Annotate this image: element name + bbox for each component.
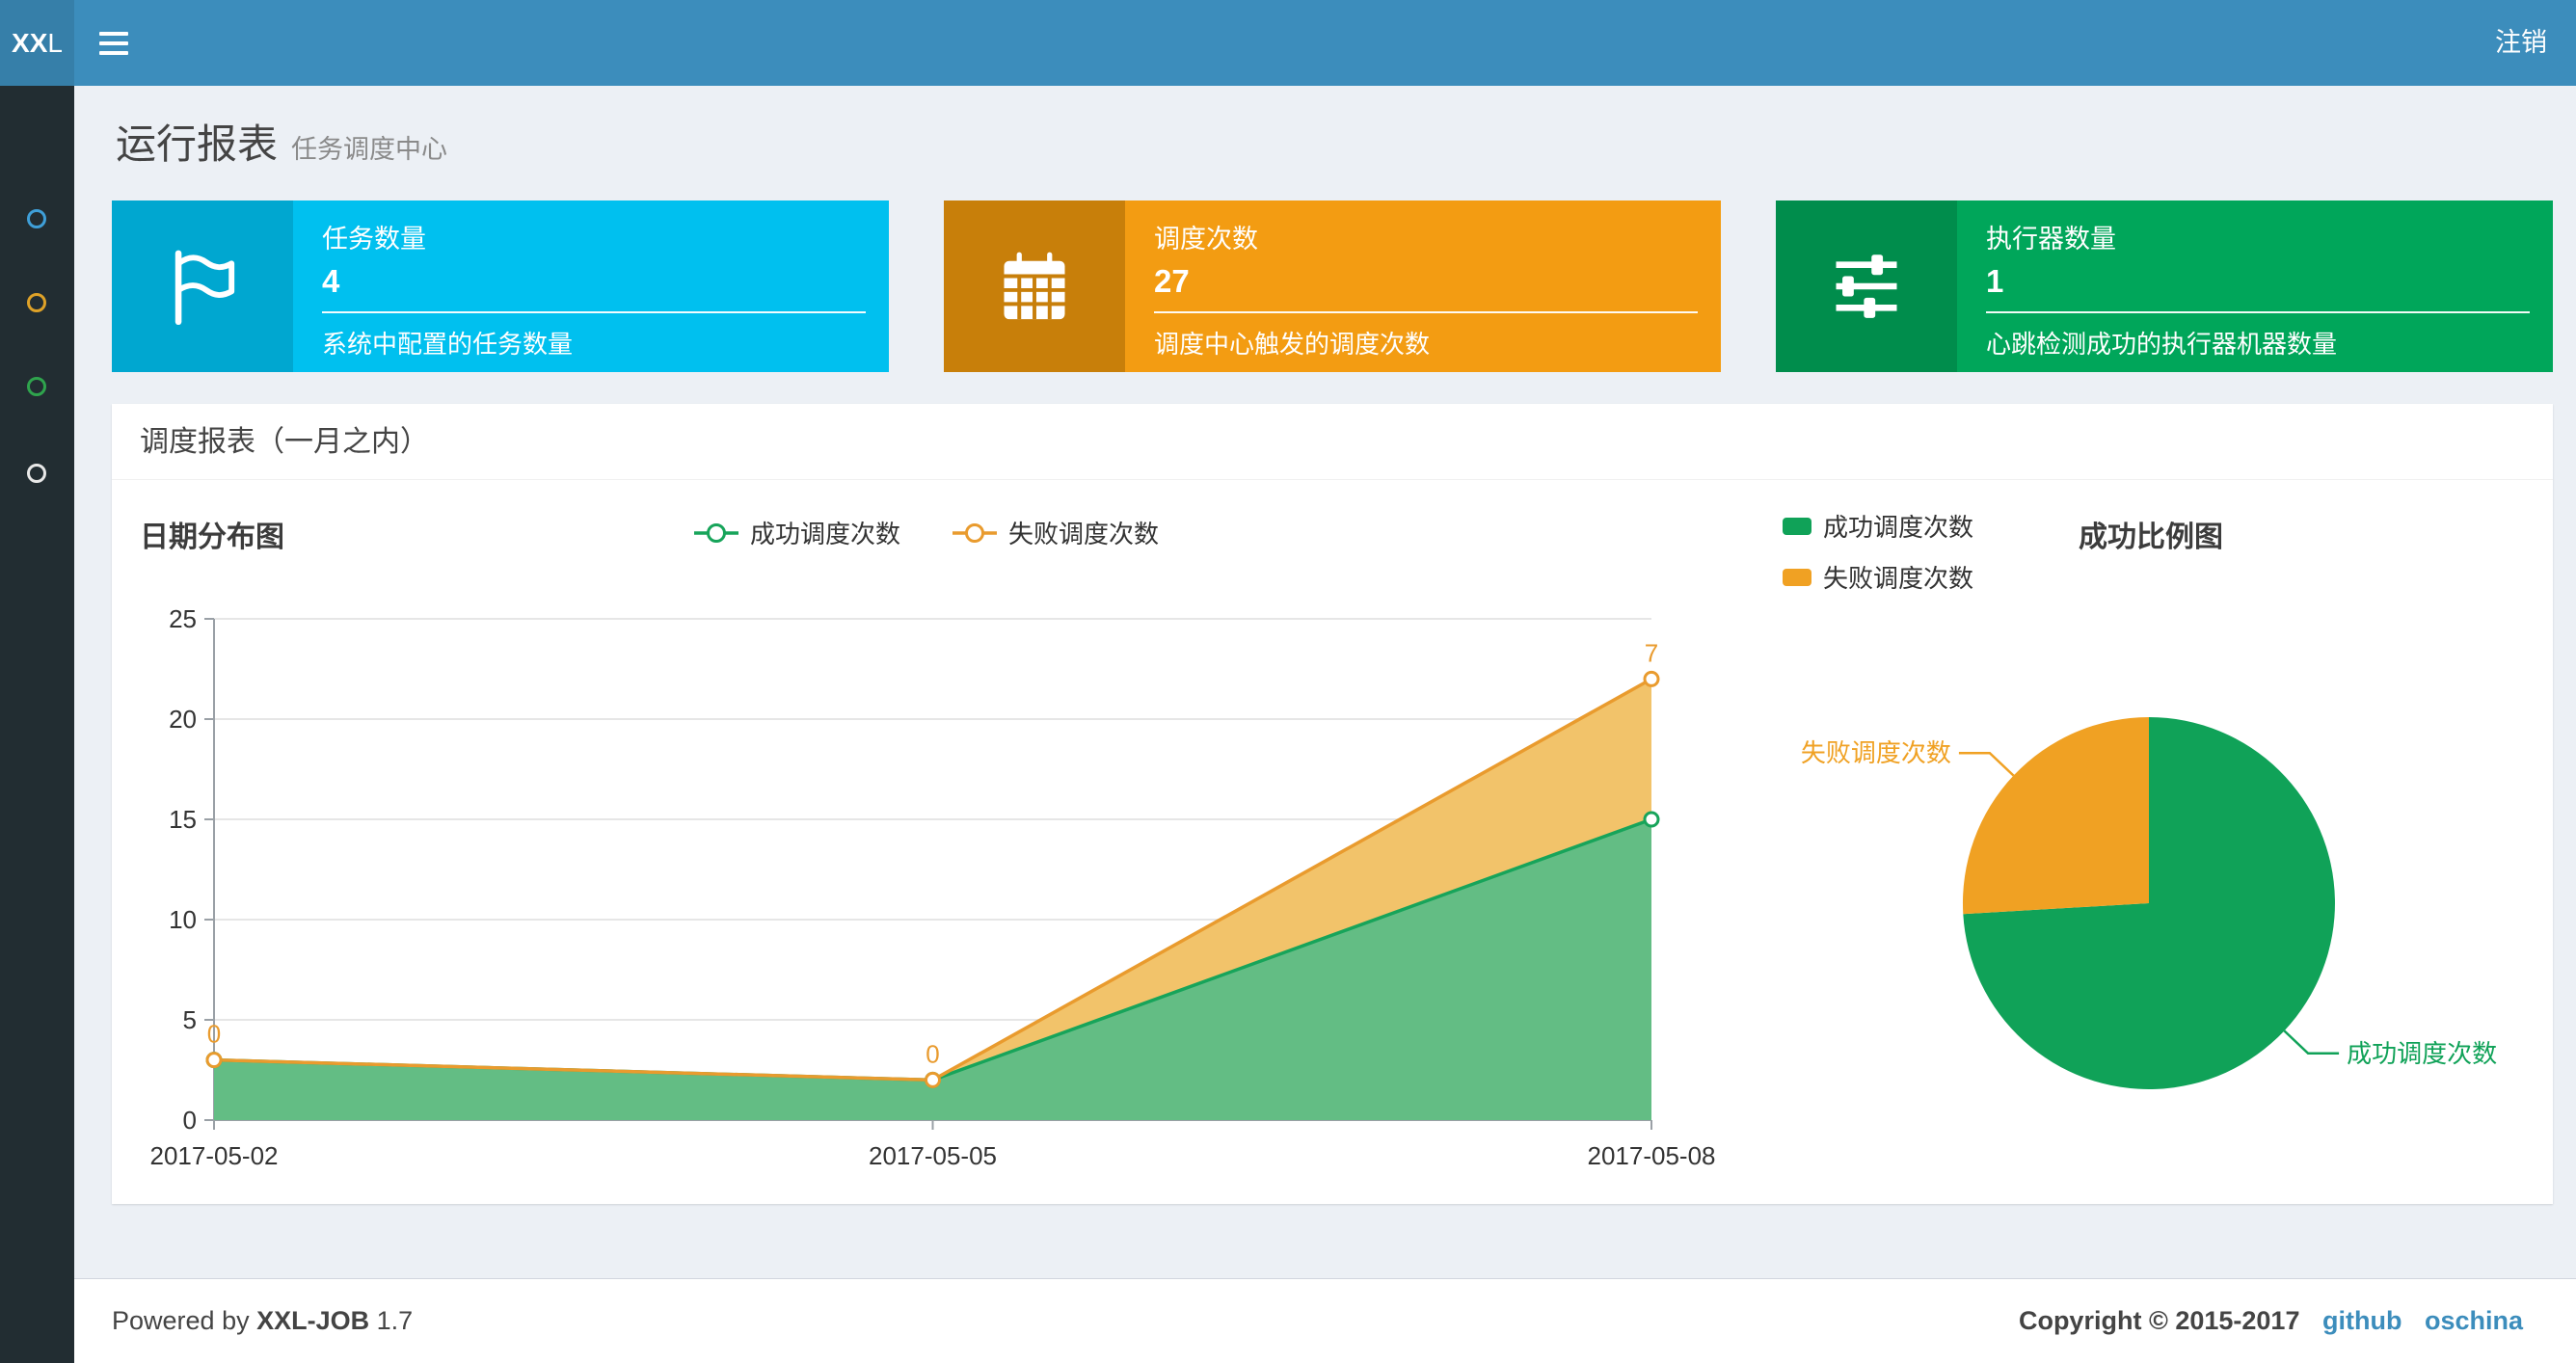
line-legend-icon xyxy=(953,522,997,543)
footer-copyright: Copyright © 2015-2017 github oschina xyxy=(2019,1279,2523,1362)
info-box-jobs: 任务数量 4 系统中配置的任务数量 xyxy=(112,200,889,372)
info-box-triggers: 调度次数 27 调度中心触发的调度次数 xyxy=(944,200,1721,372)
line-chart-legend: 成功调度次数 失败调度次数 xyxy=(540,515,1311,550)
pie-label-connector xyxy=(1958,751,2015,777)
fail-marker[interactable] xyxy=(925,1071,941,1088)
info-box-body: 执行器数量 1 心跳检测成功的执行器机器数量 xyxy=(1957,200,2553,372)
menu-item-4[interactable] xyxy=(27,464,46,483)
dashboard-page: XX L 注销 运行报表 任务调度中心 任务数量 4 系统中配置的任务数量 调度… xyxy=(0,0,2576,1363)
product-name: XXL-JOB xyxy=(256,1306,370,1335)
info-box-value: 4 xyxy=(322,263,340,299)
panel-title: 调度报表（一月之内） xyxy=(112,404,2553,480)
info-box-description: 系统中配置的任务数量 xyxy=(322,330,574,359)
x-tick-label: 2017-05-02 xyxy=(150,1141,279,1170)
info-box-divider xyxy=(322,311,866,313)
pie-chart-title: 成功比例图 xyxy=(2079,521,2223,553)
legend-swatch xyxy=(1783,517,1811,535)
date-distribution-chart[interactable]: 05101520252017-05-02 2017-05-05 2017-05-08… xyxy=(125,593,1745,1190)
legend-item-成功调度次数[interactable]: 成功调度次数 xyxy=(692,515,900,550)
page-title-text: 运行报表 xyxy=(116,121,279,167)
fail-value-label: 0 xyxy=(207,1020,221,1049)
legend-label: 失败调度次数 xyxy=(1008,520,1160,548)
flag-icon xyxy=(174,250,235,326)
fail-value-label: 0 xyxy=(926,1039,939,1068)
logout-link[interactable]: 注销 xyxy=(2466,0,2576,86)
info-box-body: 任务数量 4 系统中配置的任务数量 xyxy=(293,200,889,372)
y-tick-label: 10 xyxy=(169,905,197,934)
page-subtitle: 任务调度中心 xyxy=(291,135,448,164)
fail-value-label: 7 xyxy=(1645,638,1658,667)
success-marker[interactable] xyxy=(1643,811,1660,828)
copyright-text: Copyright © 2015-2017 xyxy=(2018,1306,2300,1335)
info-box-label: 调度次数 xyxy=(1154,225,1258,254)
success-ratio-pie[interactable]: 成功调度次数 失败调度次数 xyxy=(1745,593,2555,1171)
page-title: 运行报表 任务调度中心 xyxy=(116,112,447,171)
footer-powered-by: Powered by XXL-JOB 1.7 xyxy=(112,1279,413,1362)
y-tick-label: 20 xyxy=(169,705,197,734)
y-tick-label: 25 xyxy=(169,604,197,633)
info-box-divider xyxy=(1154,311,1698,313)
hamburger-icon xyxy=(99,26,128,61)
brand-logo-bold: XX xyxy=(12,27,48,58)
info-box-body: 调度次数 27 调度中心触发的调度次数 xyxy=(1125,200,1721,372)
pie-slice-label: 失败调度次数 xyxy=(1801,738,1951,767)
y-tick-label: 0 xyxy=(183,1106,197,1135)
menu-item-3[interactable] xyxy=(27,377,46,396)
line-chart-title: 日期分布图 xyxy=(140,521,284,553)
x-tick-label: 2017-05-05 xyxy=(869,1141,997,1170)
powered-prefix: Powered by xyxy=(112,1306,250,1335)
legend-label: 成功调度次数 xyxy=(749,520,900,548)
pie-slice-失败调度次数[interactable] xyxy=(1962,717,2149,915)
info-box-value: 27 xyxy=(1154,263,1190,299)
calendar-icon xyxy=(1004,249,1065,320)
info-box-executors: 执行器数量 1 心跳检测成功的执行器机器数量 xyxy=(1776,200,2553,372)
info-box-icon-area xyxy=(944,200,1125,372)
top-navbar: XX L 注销 xyxy=(0,0,2576,86)
info-box-label: 执行器数量 xyxy=(1986,225,2116,254)
legend-item-失败调度次数[interactable]: 失败调度次数 xyxy=(951,515,1159,550)
footer: Powered by XXL-JOB 1.7 Copyright © 2015-… xyxy=(74,1278,2576,1363)
sidebar-toggle-button[interactable] xyxy=(74,0,153,86)
info-box-icon-area xyxy=(112,200,293,372)
sliders-icon xyxy=(1836,254,1897,318)
legend-label: 失败调度次数 xyxy=(1823,564,1974,593)
github-link[interactable]: github xyxy=(2322,1306,2402,1335)
brand-logo[interactable]: XX L xyxy=(0,0,74,86)
pie-legend-item-成功调度次数[interactable]: 成功调度次数 xyxy=(1783,508,1973,544)
info-box-description: 心跳检测成功的执行器机器数量 xyxy=(1986,330,2338,359)
brand-logo-light: L xyxy=(47,27,63,58)
pie-legend-item-失败调度次数[interactable]: 失败调度次数 xyxy=(1783,559,1973,595)
sidebar xyxy=(0,86,74,1363)
info-box-icon-area xyxy=(1776,200,1957,372)
legend-swatch xyxy=(1783,568,1811,586)
line-legend-icon xyxy=(693,522,738,543)
y-tick-label: 5 xyxy=(183,1005,197,1034)
menu-item-1[interactable] xyxy=(27,209,46,228)
oschina-link[interactable]: oschina xyxy=(2425,1306,2523,1335)
fail-marker[interactable] xyxy=(1643,670,1660,687)
pie-slice-label: 成功调度次数 xyxy=(2347,1039,2497,1068)
product-version: 1.7 xyxy=(376,1306,414,1335)
info-box-divider xyxy=(1986,311,2530,313)
x-tick-label: 2017-05-08 xyxy=(1588,1141,1716,1170)
info-box-label: 任务数量 xyxy=(322,225,426,254)
pie-chart-legend: 成功调度次数 失败调度次数 xyxy=(1783,508,1973,595)
menu-item-2[interactable] xyxy=(27,293,46,312)
pie-label-connector xyxy=(2283,1029,2340,1056)
info-box-value: 1 xyxy=(1986,263,2004,299)
legend-label: 成功调度次数 xyxy=(1823,513,1974,542)
y-tick-label: 15 xyxy=(169,805,197,834)
info-box-description: 调度中心触发的调度次数 xyxy=(1154,330,1431,359)
fail-marker[interactable] xyxy=(205,1052,223,1069)
